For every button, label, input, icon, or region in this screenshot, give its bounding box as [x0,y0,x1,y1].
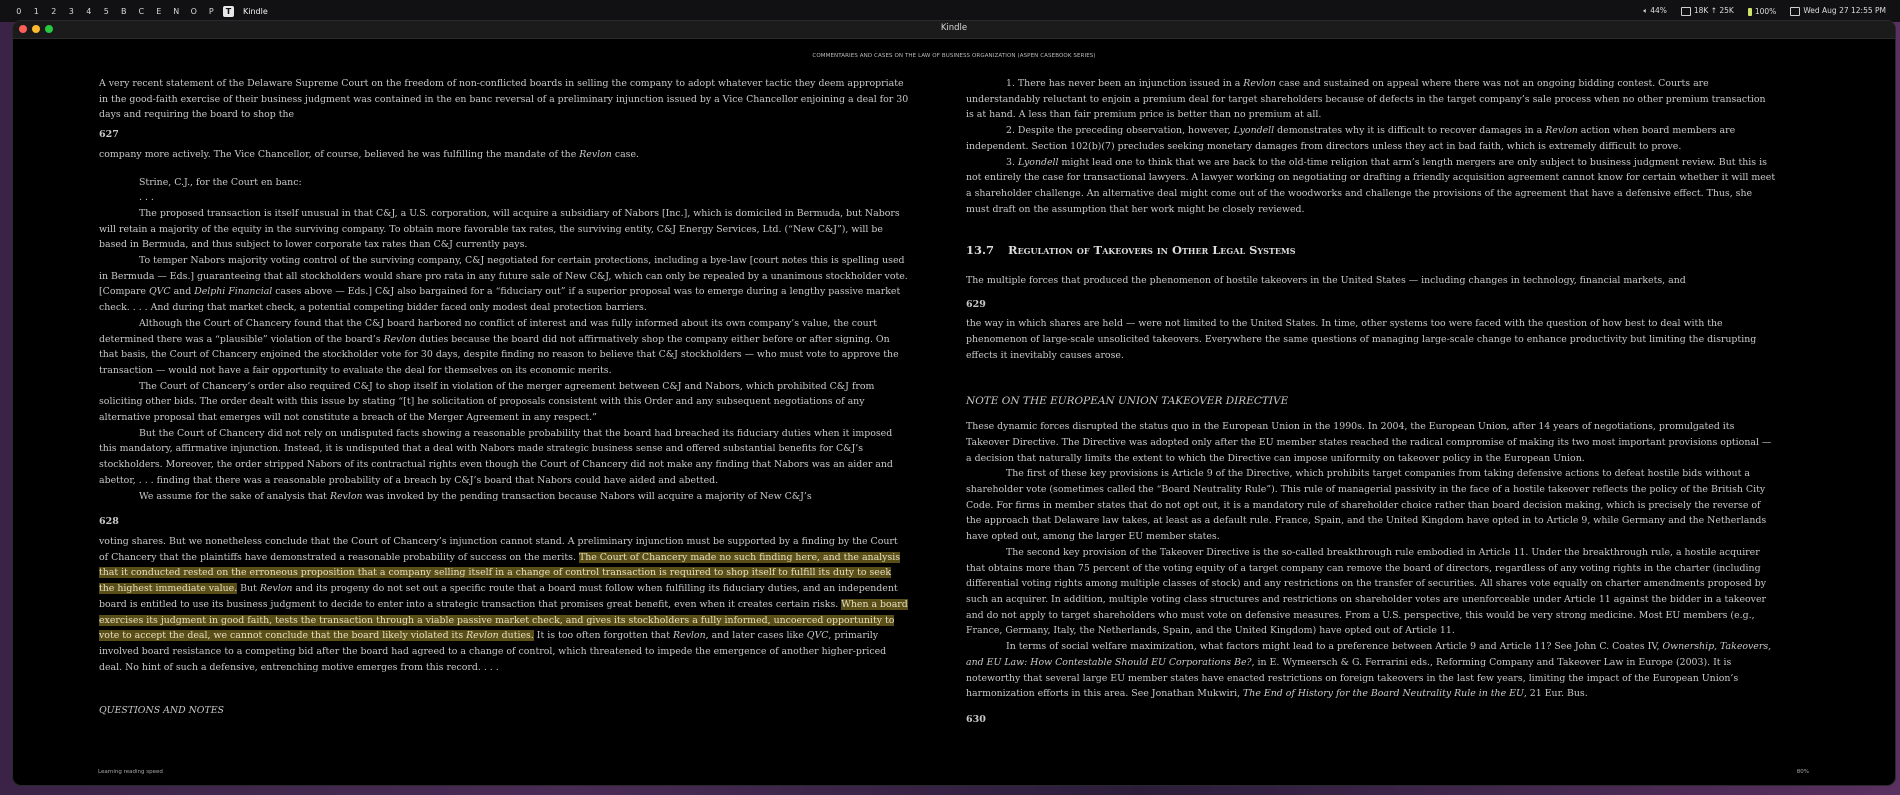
reading-progress-label: Learning reading speed [98,769,163,775]
workspace-n[interactable]: N [168,7,186,16]
paragraph: The second key provision of the Takeover… [966,546,1767,637]
ellipsis: . . . [139,192,154,204]
network-indicator[interactable]: 18K ↑ 25K [1680,6,1734,16]
paragraph: To temper Nabors majority voting control… [99,255,908,314]
note-item: 1. There has never been an injunction is… [966,78,1766,121]
paragraph: company more actively. The Vice Chancell… [99,148,640,160]
network-icon [1680,6,1691,16]
page-number: 629 [966,298,986,310]
section-heading: 13.7 Regulation of Takeovers in Other Leg… [966,243,1776,259]
workspace-4[interactable]: 4 [80,7,98,16]
workspace-0[interactable]: 0 [10,7,28,16]
note-heading: NOTE ON THE EUROPEAN UNION TAKEOVER DIRE… [966,394,1289,407]
clock[interactable]: Wed Aug 27 12:55 PM [1790,6,1886,16]
paragraph: But the Court of Chancery did not rely o… [99,427,893,486]
battery-icon [1747,7,1752,16]
workspace-p[interactable]: P [203,7,221,16]
workspace-3[interactable]: 3 [63,7,81,16]
calendar-icon [1790,6,1801,16]
workspace-5[interactable]: 5 [98,7,116,16]
paragraph: In terms of social welfare maximization,… [966,641,1772,700]
paragraph: the way in which shares are held — were … [966,318,1757,361]
page-number: 628 [99,516,119,528]
page-number: 630 [966,713,986,725]
paragraph: The multiple forces that produced the ph… [966,275,1686,287]
battery-value: 100% [1754,6,1777,16]
workspace-switcher: 012345BCENOPT [10,5,237,17]
paragraph: voting shares. But we nonetheless conclu… [99,535,908,673]
title-bar[interactable]: Kindle [13,21,1895,39]
battery-indicator[interactable]: 100% [1747,6,1777,16]
workspace-e[interactable]: E [150,7,168,16]
section-number: 13.7 [966,243,995,258]
paragraph: These dynamic forces disrupted the statu… [966,421,1772,464]
section-heading: QUESTIONS AND NOTES [99,705,224,717]
network-value: 18K ↑ 25K [1693,6,1734,16]
workspace-1[interactable]: 1 [28,7,46,16]
workspace-c[interactable]: C [133,7,151,16]
paragraph: The first of these key provisions is Art… [966,468,1767,543]
volume-indicator[interactable]: 🔈︎ 44% [1643,6,1667,16]
note-item: 2. Despite the preceding observation, ho… [966,125,1736,152]
paragraph: The proposed transaction is itself unusu… [99,207,900,251]
speaker-icon: 🔈︎ [1643,6,1648,15]
clock-value: Wed Aug 27 12:55 PM [1803,6,1886,16]
note-item: 3. Lyondell might lead one to think that… [966,156,1776,215]
paragraph: A very recent statement of the Delaware … [99,78,909,121]
volume-value: 44% [1650,6,1667,15]
workspace-b[interactable]: B [115,7,133,16]
kindle-window: Kindle COMMENTARIES AND CASES ON THE LAW… [13,21,1895,785]
menu-bar: 012345BCENOPT Kindle 🔈︎ 44% 18K ↑ 25K 10… [0,0,1900,22]
reading-progress-percent: 80% [1796,769,1809,775]
running-head: COMMENTARIES AND CASES ON THE LAW OF BUS… [812,53,1096,59]
workspace-o[interactable]: O [185,7,203,16]
paragraph: We assume for the sake of analysis that … [139,490,812,502]
workspace-t[interactable]: T [223,5,234,17]
focused-app-name: Kindle [243,6,268,16]
opinion-attribution: Strine, C.J., for the Court en banc: [139,176,302,188]
status-area: 🔈︎ 44% 18K ↑ 25K 100% Wed Aug 27 12:55 P… [1643,0,1886,22]
workspace-2[interactable]: 2 [45,7,63,16]
right-page[interactable]: 1. There has never been an injunction is… [966,76,1776,732]
window-title: Kindle [940,23,968,33]
page-number: 627 [99,129,119,141]
paragraph: The Court of Chancery’s order also requi… [99,380,875,424]
paragraph: Although the Court of Chancery found tha… [99,317,899,376]
section-title: Regulation of Takeovers in Other Legal S… [1008,243,1296,258]
left-page[interactable]: A very recent statement of the Delaware … [99,76,909,719]
